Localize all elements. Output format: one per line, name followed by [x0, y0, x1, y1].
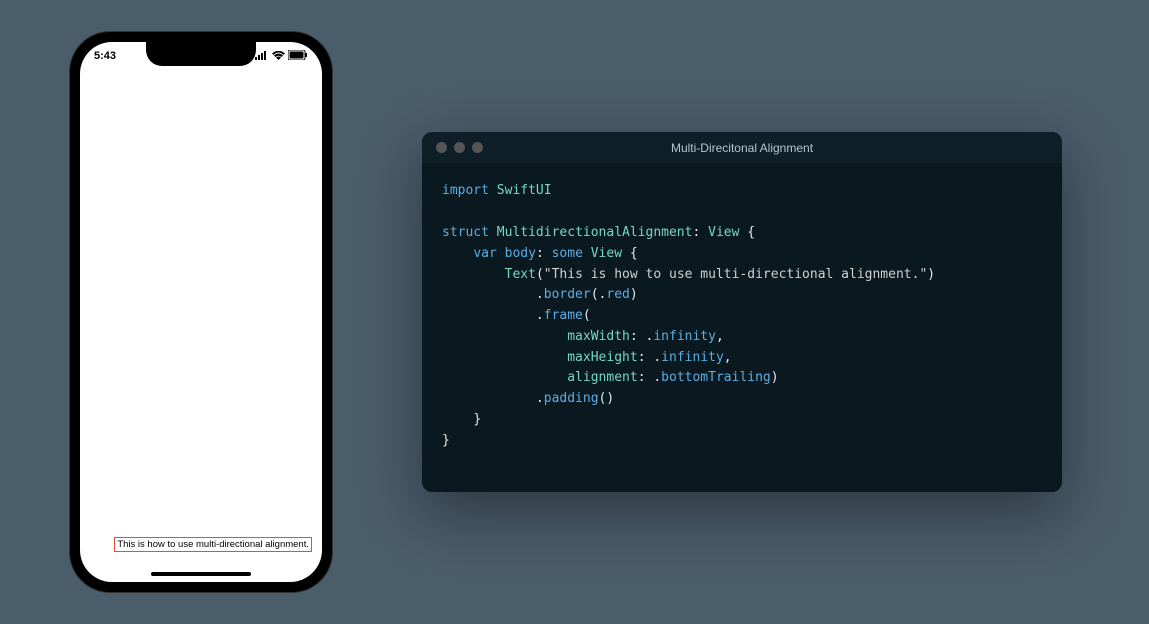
code-line: Text("This is how to use multi-direction…: [442, 265, 1042, 286]
code-line: struct MultidirectionalAlignment: View {: [442, 223, 1042, 244]
phone-screen: 5:43 This is how to use multi-directiona…: [80, 42, 322, 582]
code-line: maxHeight: .infinity,: [442, 348, 1042, 369]
code-line: maxWidth: .infinity,: [442, 327, 1042, 348]
close-icon[interactable]: [436, 142, 447, 153]
iphone-mockup: 5:43 This is how to use multi-directiona…: [70, 32, 332, 592]
maximize-icon[interactable]: [472, 142, 483, 153]
home-indicator: [151, 572, 251, 576]
status-time: 5:43: [94, 50, 116, 63]
code-line: [442, 202, 1042, 223]
window-title: Multi-Direcitonal Alignment: [671, 141, 813, 155]
code-editor-window: Multi-Direcitonal Alignment import Swift…: [422, 132, 1062, 491]
battery-icon: [288, 50, 308, 63]
code-line: var body: some View {: [442, 244, 1042, 265]
window-titlebar: Multi-Direcitonal Alignment: [422, 132, 1062, 163]
minimize-icon[interactable]: [454, 142, 465, 153]
traffic-lights: [436, 142, 483, 153]
phone-notch: [146, 42, 256, 66]
code-line: }: [442, 410, 1042, 431]
code-line: .padding(): [442, 389, 1042, 410]
code-line: }: [442, 431, 1042, 452]
aligned-text-label: This is how to use multi-directional ali…: [114, 537, 312, 552]
code-line: .frame(: [442, 306, 1042, 327]
signal-icon: [255, 51, 269, 63]
code-area[interactable]: import SwiftUI struct MultidirectionalAl…: [422, 163, 1062, 491]
code-line: .border(.red): [442, 285, 1042, 306]
code-line: alignment: .bottomTrailing): [442, 368, 1042, 389]
wifi-icon: [272, 51, 285, 63]
app-content-area: This is how to use multi-directional ali…: [90, 72, 312, 562]
code-line: import SwiftUI: [442, 181, 1042, 202]
status-right: [255, 50, 308, 63]
